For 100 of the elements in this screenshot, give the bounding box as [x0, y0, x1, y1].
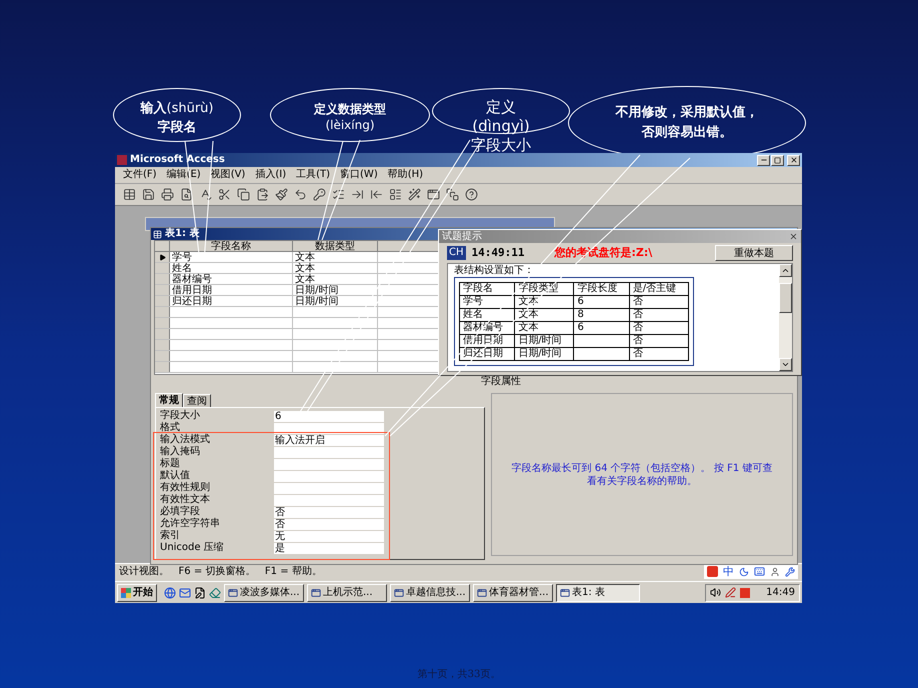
eraser-icon[interactable] — [209, 586, 221, 598]
window-title: 试题提示 — [442, 232, 482, 242]
table-header: 是/否主键 — [629, 282, 688, 296]
property-label: 有效性文本 — [160, 495, 211, 505]
property-label: 输入掩码 — [160, 447, 201, 457]
table-cell: 归还日期 — [460, 348, 515, 360]
speaker-icon[interactable] — [710, 587, 722, 598]
delete-row-icon[interactable] — [370, 188, 383, 201]
callout-text: 定义数据类型 (lèixíng) — [314, 101, 386, 133]
taskbar-button[interactable]: 卓越信息技... — [390, 584, 470, 602]
property-field[interactable] — [274, 482, 384, 494]
table-cell: 6 — [574, 296, 630, 308]
property-label: 索引 — [160, 531, 181, 541]
taskbar-button[interactable]: 凌波多媒体... — [224, 584, 304, 602]
property-field[interactable]: 是 — [274, 542, 384, 554]
list-check-icon[interactable] — [332, 188, 345, 201]
taskbar-button[interactable]: 上机示范... — [307, 584, 387, 602]
table-icon[interactable] — [123, 188, 136, 201]
tab[interactable]: 查阅 — [183, 394, 211, 407]
table-cell: 归还日期 — [170, 296, 293, 306]
scissors-icon[interactable] — [218, 188, 231, 201]
property-field[interactable]: 6 — [274, 410, 384, 422]
print-preview-icon[interactable] — [180, 188, 193, 201]
start-button[interactable]: 开始 — [117, 584, 157, 602]
table-header: 字段长度 — [574, 282, 630, 296]
moon-icon[interactable] — [739, 566, 749, 576]
globe-icon[interactable] — [164, 586, 176, 598]
table-header: 字段名 — [460, 282, 515, 296]
menu-item[interactable]: 视图(V) — [210, 170, 246, 180]
minimize-button[interactable] — [757, 154, 770, 166]
column-header[interactable]: 字段名称 — [170, 241, 293, 252]
restore-button[interactable] — [771, 154, 784, 166]
property-field[interactable] — [274, 470, 384, 482]
property-field[interactable]: 无 — [274, 530, 384, 542]
table-cell: 日期/时间 — [293, 296, 378, 306]
row-selector[interactable] — [155, 252, 170, 262]
help-text: 字段名称最长可到 64 个字符（包括空格）。 按 F1 键可查看有关字段名称的帮助。 — [510, 462, 774, 488]
menu-item[interactable]: 编辑(E) — [166, 170, 201, 180]
properties-icon[interactable] — [389, 188, 402, 201]
save-icon[interactable] — [142, 188, 155, 201]
property-field[interactable] — [274, 446, 384, 458]
close-button[interactable] — [787, 154, 800, 166]
table-cell: 姓名 — [170, 263, 293, 273]
close-icon — [790, 156, 798, 164]
table-cell — [574, 334, 630, 348]
property-label: 允许空字符串 — [160, 519, 221, 529]
scrollbar[interactable] — [779, 264, 792, 371]
table-cell: 日期/时间 — [293, 285, 378, 295]
user-icon[interactable] — [770, 566, 780, 576]
taskbar-button[interactable]: 表1: 表 — [556, 584, 640, 602]
menu-item[interactable]: 帮助(H) — [388, 170, 424, 180]
edit-icon[interactable] — [194, 586, 206, 598]
menu-item[interactable]: 工具(T) — [296, 170, 330, 180]
scroll-thumb[interactable] — [779, 282, 792, 312]
table-cell: 文本 — [293, 252, 378, 262]
mail-icon[interactable] — [179, 586, 191, 598]
input-method-logo[interactable] — [740, 588, 750, 598]
key-icon[interactable] — [313, 188, 326, 201]
scroll-down-button[interactable] — [779, 358, 792, 371]
property-field[interactable]: 否 — [274, 506, 384, 518]
input-mode-text[interactable]: 中 — [723, 566, 734, 577]
insert-row-icon[interactable] — [351, 188, 364, 201]
column-header[interactable]: 数据类型 — [293, 241, 378, 252]
window-icon — [311, 588, 321, 598]
window-icon[interactable] — [427, 188, 440, 201]
scroll-up-button[interactable] — [779, 264, 792, 277]
current-row-icon — [158, 254, 166, 260]
restore-icon — [774, 156, 781, 164]
property-field[interactable]: 否 — [274, 518, 384, 530]
new-object-icon[interactable] — [446, 188, 459, 201]
copy-icon[interactable] — [237, 188, 250, 201]
paintbrush-icon[interactable] — [275, 188, 288, 201]
printer-icon[interactable] — [161, 188, 174, 201]
menu-item[interactable]: 插入(I) — [255, 170, 286, 180]
taskbar-button[interactable]: 体育器材管... — [473, 584, 553, 602]
keyboard-icon[interactable] — [754, 566, 765, 577]
undo-icon[interactable] — [294, 188, 307, 201]
property-label: 输入法模式 — [160, 435, 211, 445]
windows-logo-icon — [121, 588, 131, 598]
wrench-icon[interactable] — [785, 566, 795, 576]
table-cell: 器材编号 — [170, 274, 293, 284]
menu-item[interactable]: 文件(F) — [123, 170, 157, 180]
property-field[interactable] — [274, 458, 384, 470]
table-cell: 否 — [629, 296, 688, 308]
table-cell: 学号 — [460, 296, 515, 308]
property-field[interactable]: 输入法开启 — [274, 434, 384, 446]
property-field[interactable] — [274, 494, 384, 506]
table-cell: 否 — [629, 334, 688, 348]
help-icon[interactable] — [465, 188, 478, 201]
property-field[interactable] — [274, 422, 384, 434]
close-icon[interactable] — [789, 232, 798, 241]
wand-icon[interactable] — [408, 188, 421, 201]
table-cell: 文本 — [514, 322, 574, 334]
clock-text: 14:49:11 — [472, 244, 524, 261]
redo-button[interactable]: 重做本题 — [715, 245, 793, 261]
spell-check-icon[interactable] — [199, 188, 212, 201]
pen-icon[interactable] — [725, 587, 736, 598]
tab[interactable]: 常规 — [155, 393, 183, 407]
paste-icon[interactable] — [256, 188, 269, 201]
menu-item[interactable]: 窗口(W) — [340, 170, 378, 180]
